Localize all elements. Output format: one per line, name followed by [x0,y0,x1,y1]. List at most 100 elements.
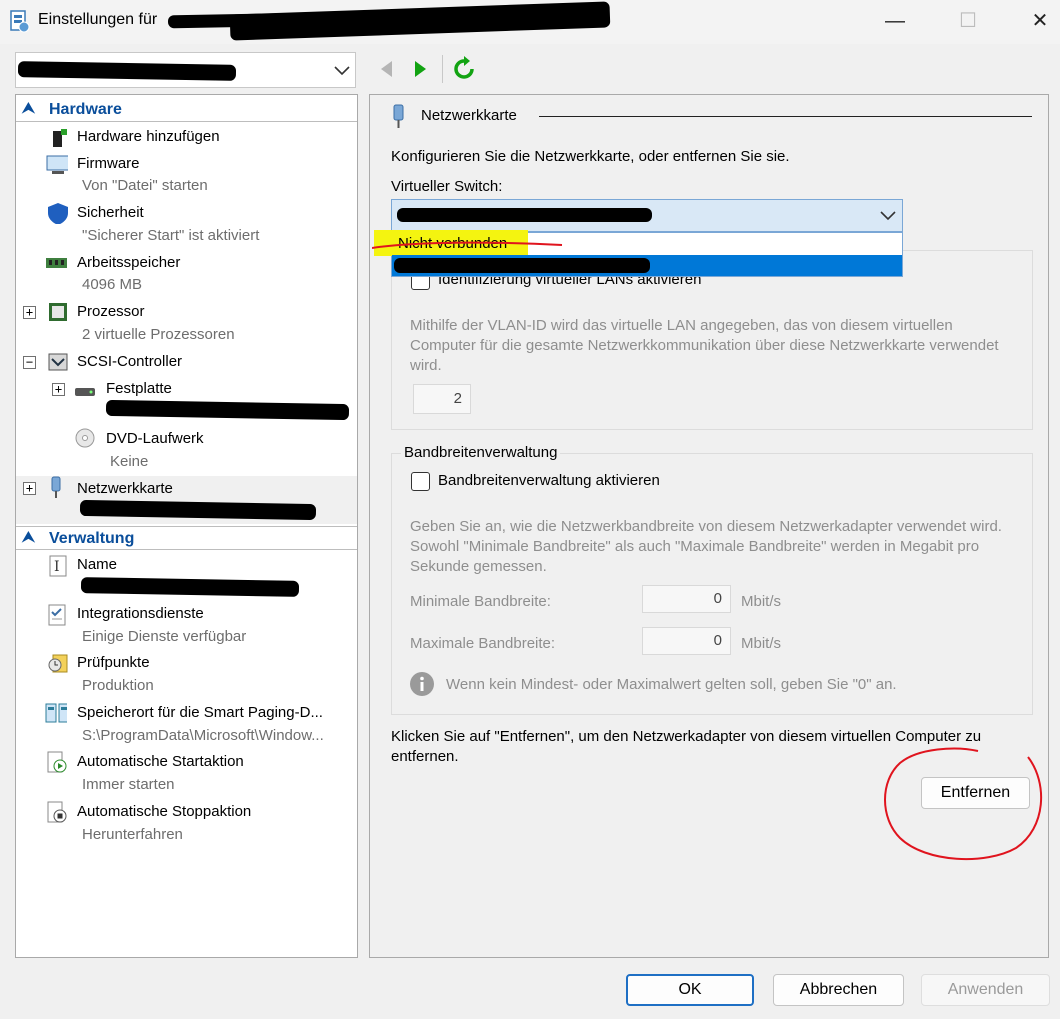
expand-icon[interactable]: + [23,482,36,495]
vm-selector[interactable] [15,52,356,88]
tree-item-detail: "Sicherer Start" ist aktiviert [82,227,260,244]
panel-heading: Netzwerkkarte [421,107,517,124]
tree-item-label: Integrationsdienste [77,605,204,622]
collapse-icon: ⮝ [22,100,35,117]
tree-item-label: Speicherort für die Smart Paging-D... [77,704,323,721]
redaction [397,208,652,222]
intro-text: Konfigurieren Sie die Netzwerkkarte, ode… [391,148,790,165]
tree-item-label: Festplatte [106,380,172,397]
tree-item-detail: Produktion [82,677,154,694]
min-bandwidth-input[interactable]: 0 [642,585,731,613]
name-icon: I [49,555,67,577]
tree-item-security[interactable]: Sicherheit "Sicherer Start" ist aktivier… [16,201,357,249]
vlan-description: Mithilfe der VLAN-ID wird das virtuelle … [410,317,999,374]
max-bandwidth-label: Maximale Bandbreite: [410,635,556,652]
tree-item-memory[interactable]: Arbeitsspeicher 4096 MB [16,251,357,299]
tree-item-label: Firmware [77,155,140,172]
bandwidth-checkbox-label: Bandbreitenverwaltung aktivieren [438,472,660,489]
tree-item-label: Arbeitsspeicher [77,254,181,271]
window-title: Einstellungen für [38,11,158,28]
tree-item-label: DVD-Laufwerk [106,430,204,447]
back-arrow-icon[interactable] [378,56,404,82]
auto-stop-icon [47,801,67,823]
minimize-button[interactable]: — [880,8,910,34]
integration-services-icon [48,604,66,626]
add-hardware-icon [53,129,67,147]
apply-button[interactable]: Anwenden [921,974,1050,1006]
tree-item-detail: S:\ProgramData\Microsoft\Window... [82,727,324,744]
tree-item-automatic-stop[interactable]: Automatische Stoppaktion Herunterfahren [16,800,357,848]
dvd-icon [75,428,95,448]
vlan-id-input[interactable]: 2 [413,384,471,414]
tree-item-detail: Einige Dienste verfügbar [82,628,247,645]
tree-item-detail: Keine [110,453,149,470]
firmware-icon [46,155,68,174]
management-section-header[interactable]: ⮝ Verwaltung [16,526,357,550]
collapse-icon: ⮝ [22,529,35,546]
tree-item-network-adapter[interactable]: + Netzwerkkarte [16,476,357,524]
tree-item-add-hardware[interactable]: Hardware hinzufügen [16,125,357,151]
tree-item-label: Prüfpunkte [77,654,150,671]
network-adapter-icon [393,104,404,128]
tree-item-processor[interactable]: + Prozessor 2 virtuelle Prozessoren [16,300,357,348]
redaction [17,61,237,81]
strikethrough-mark [372,241,563,249]
tree-item-firmware[interactable]: Firmware Von "Datei" starten [16,152,357,200]
tree-item-integration-services[interactable]: Integrationsdienste Einige Dienste verfü… [16,602,357,650]
settings-tree: ⮝ Hardware Hardware hinzufügen Firmware … [15,94,358,958]
tree-item-checkpoints[interactable]: Prüfpunkte Produktion [16,651,357,699]
tree-item-harddisk[interactable]: + Festplatte [16,377,357,425]
chevron-down-icon [880,211,896,221]
ok-button[interactable]: OK [626,974,754,1006]
title-bar: Einstellungen für — ☐ ✕ [0,0,1060,44]
expand-icon[interactable]: + [52,383,65,396]
dropdown-option-not-connected[interactable]: Nicht verbunden [372,230,902,256]
close-button[interactable]: ✕ [1025,8,1055,34]
max-bandwidth-input[interactable]: 0 [642,627,731,655]
redaction [229,1,611,41]
hyperv-settings-icon [10,10,30,33]
tree-item-detail: 2 virtuelle Prozessoren [82,326,235,343]
tree-item-label: Netzwerkkarte [77,480,173,497]
svg-text:I: I [54,559,60,575]
dropdown-option-selected[interactable] [392,255,902,276]
expand-icon[interactable]: + [23,306,36,319]
virtual-switch-label: Virtueller Switch: [391,178,503,195]
tree-item-label: Name [77,556,118,573]
info-text: Wenn kein Mindest- oder Maximalwert gelt… [446,676,897,693]
switch-dropdown-list: Nicht verbunden [372,230,903,277]
checkpoint-icon [48,654,68,673]
tree-item-detail: 4096 MB [82,276,143,293]
memory-icon [46,258,67,268]
heading-rule [539,116,1032,117]
forward-arrow-icon[interactable] [412,56,438,82]
processor-icon [49,303,67,321]
virtual-switch-dropdown[interactable] [391,199,903,232]
tree-item-name[interactable]: I Name [16,553,357,601]
tree-item-label: Prozessor [77,303,145,320]
harddisk-icon [75,388,95,396]
tree-item-detail: Immer starten [82,776,175,793]
tree-item-scsi-controller[interactable]: − SCSI-Controller [16,350,357,376]
controller-icon [48,353,68,371]
tree-item-label: Automatische Startaktion [77,753,244,770]
maximize-button[interactable]: ☐ [953,8,983,34]
network-adapter-icon [51,476,61,498]
cancel-button[interactable]: Abbrechen [773,974,904,1006]
tree-item-smart-paging[interactable]: Speicherort für die Smart Paging-D... S:… [16,701,357,749]
annotation-circle [884,747,1043,861]
redaction [105,399,350,421]
bandwidth-group-title: Bandbreitenverwaltung [401,444,561,461]
tree-item-label: Hardware hinzufügen [77,128,220,145]
info-icon [410,672,434,696]
refresh-icon[interactable] [452,56,478,82]
unit-label: Mbit/s [741,635,782,652]
tree-item-label: Sicherheit [77,204,144,221]
redaction [79,499,317,521]
collapse-icon[interactable]: − [23,356,36,369]
bandwidth-checkbox[interactable] [411,472,430,491]
min-bandwidth-label: Minimale Bandbreite: [410,593,551,610]
tree-item-dvd-drive[interactable]: DVD-Laufwerk Keine [16,426,357,474]
tree-item-automatic-start[interactable]: Automatische Startaktion Immer starten [16,750,357,798]
hardware-section-header[interactable]: ⮝ Hardware [16,98,357,122]
